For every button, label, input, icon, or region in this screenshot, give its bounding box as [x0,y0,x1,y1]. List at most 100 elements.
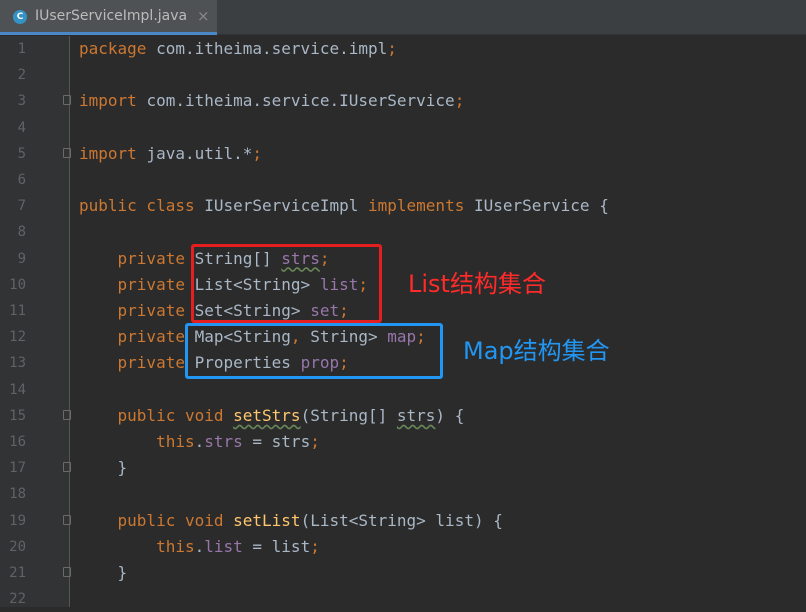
java-class-icon: C [13,10,27,24]
code-line[interactable]: 3 import com.itheima.service.IUserService… [0,88,806,114]
code-token: ) { [435,405,465,425]
fold-icon[interactable] [63,514,71,525]
code-line[interactable]: 18 [0,481,806,507]
line-number: 1 [17,41,26,57]
line-number: 11 [9,303,26,319]
editor-tab-bar: C IUserServiceImpl.java × [0,0,806,35]
fold-icon[interactable] [63,95,71,106]
code-token: strs [204,432,243,451]
code-token: import [79,91,147,111]
code-token: } [79,458,128,478]
code-token: public void [79,405,234,425]
code-token: private [79,327,195,347]
map-annotation-label: Map结构集合 [463,337,610,365]
code-token: list [204,536,243,556]
code-line[interactable]: 11 private Set<String> set; [0,298,806,324]
code-line[interactable]: 1 package com.itheima.service.impl; [0,36,806,62]
line-number: 16 [9,434,26,450]
fold-icon[interactable] [63,462,71,473]
code-token: com.itheima.service.impl [156,39,388,58]
code-text: } [79,455,128,481]
code-token: (String[] [300,405,397,425]
code-token: IUserServiceImpl [204,196,368,216]
fold-icon[interactable] [63,567,71,577]
code-line[interactable]: 6 [0,167,806,193]
code-line[interactable]: 16 this.strs = strs; [0,429,806,455]
line-number: 10 [9,276,26,293]
fold-icon[interactable] [63,147,71,158]
list-annotation-label: List结构集合 [408,270,546,298]
code-token: . [194,536,205,556]
code-token: setStrs [233,405,301,425]
code-line[interactable]: 2 [0,62,806,88]
line-number: 22 [9,591,26,608]
code-text: public class IUserServiceImpl implements… [79,193,609,219]
line-number: 15 [9,407,26,424]
code-token: strs [396,405,436,425]
code-line[interactable]: 20 this.list = list; [0,534,806,560]
line-number: 18 [9,486,26,503]
line-number: 21 [9,565,26,581]
code-line[interactable]: 9 private String[] strs; [0,246,806,272]
code-token: private [79,353,195,373]
code-text: this.list = list; [79,534,320,560]
line-number: 8 [17,224,26,241]
line-number: 13 [9,355,26,372]
code-token: implements [368,196,474,216]
code-token: ; [310,536,320,556]
list-annotation-box [191,244,382,323]
line-number: 20 [9,538,26,555]
code-token: ; [252,143,263,163]
code-token: IUserService { [473,196,609,216]
code-line[interactable]: 15 public void setStrs(String[] strs) { [0,403,806,429]
code-line[interactable]: 21 } [0,560,806,586]
code-token: java.util.* [146,143,253,163]
code-token: this [79,432,195,451]
code-token: ; [387,39,397,58]
line-number: 17 [9,460,26,477]
line-number: 7 [17,198,26,215]
code-token: = strs [242,432,311,451]
close-icon[interactable]: × [197,7,210,25]
map-annotation-box [185,323,443,379]
line-number: 5 [17,145,26,162]
code-token: private [79,248,195,268]
line-number: 19 [9,512,26,529]
code-token: public class [79,196,205,216]
line-number: 12 [9,329,26,346]
code-text: package com.itheima.service.impl; [79,36,397,62]
code-token: this [79,536,195,556]
code-token: ; [454,91,465,111]
code-text: } [79,560,128,586]
code-line[interactable]: 7 public class IUserServiceImpl implement… [0,193,806,219]
code-token: ; [310,432,320,451]
code-text: import com.itheima.service.IUserService; [79,88,464,114]
line-number: 6 [17,172,26,188]
code-line[interactable]: 19 public void setList(List<String> list… [0,508,806,534]
code-line[interactable]: 4 [0,115,806,141]
code-line[interactable]: 14 [0,377,806,403]
code-text: this.strs = strs; [79,429,320,455]
line-number: 4 [17,119,26,136]
code-token: com.itheima.service.IUserService [146,91,455,111]
line-number: 3 [17,93,26,110]
tab-iuserserviceimpl[interactable]: C IUserServiceImpl.java × [0,0,217,35]
code-token: } [79,563,128,582]
line-number: 9 [17,250,26,267]
code-token: setList [233,510,301,530]
code-line[interactable]: 8 [0,219,806,245]
code-line[interactable]: 17 } [0,455,806,481]
code-line[interactable]: 22 [0,586,806,612]
code-text: public void setList(List<String> list) { [79,508,503,534]
tab-title: IUserServiceImpl.java [35,8,188,24]
fold-icon[interactable] [63,409,71,420]
code-text: public void setStrs(String[] strs) { [79,403,465,429]
code-token: = list [242,536,311,556]
code-token: private [79,301,195,320]
code-line[interactable]: 10 private List<String> list; [0,272,806,298]
code-line[interactable]: 5 import java.util.*; [0,141,806,167]
code-token: . [194,432,205,451]
code-token: public void [79,510,234,530]
code-token: (List<String> list) { [300,510,503,530]
code-token: import [79,143,147,163]
